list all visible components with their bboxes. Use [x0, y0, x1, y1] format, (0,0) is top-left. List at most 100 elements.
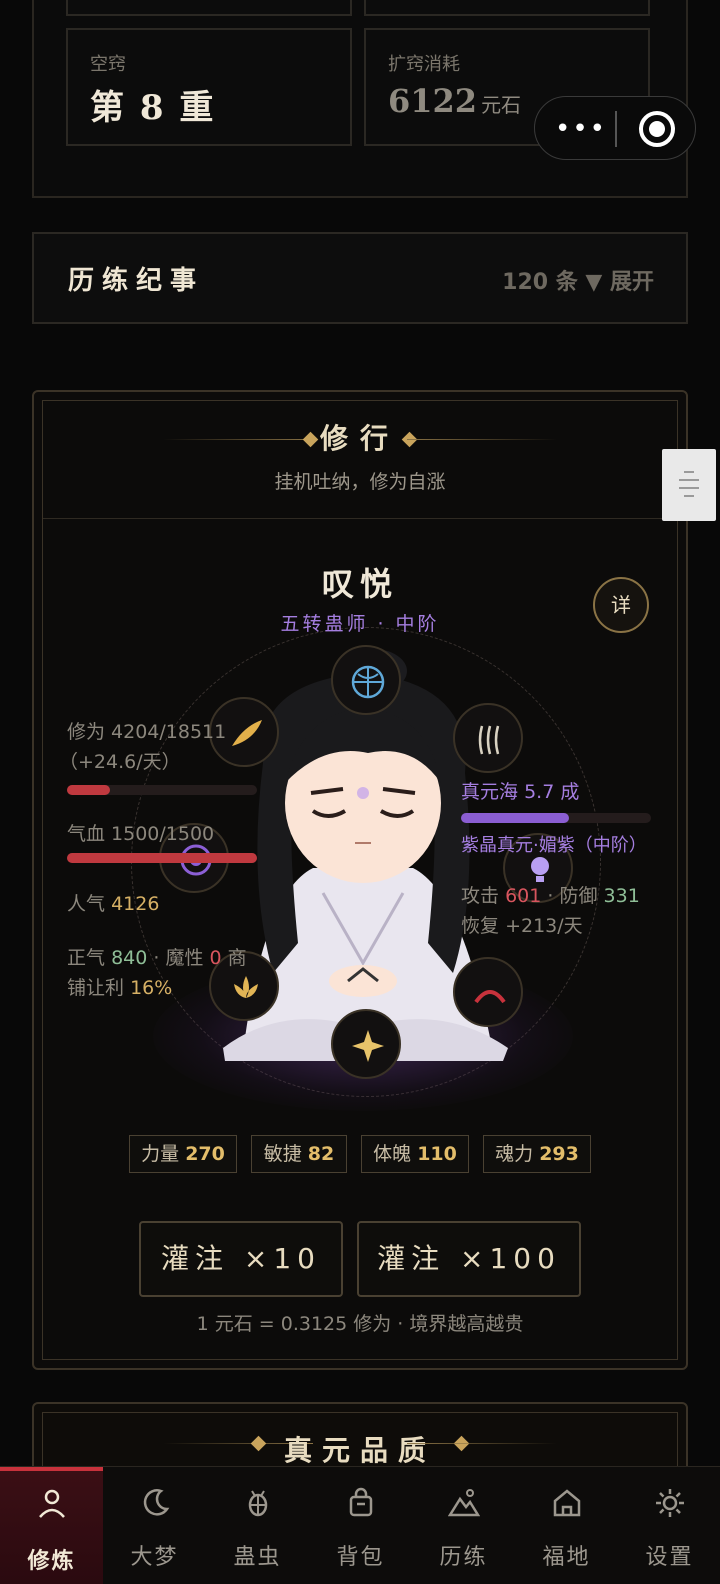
righteous-label: 正气 — [67, 947, 106, 969]
detail-button[interactable]: 详 — [593, 577, 649, 633]
header-line-right — [407, 1443, 557, 1444]
attack-label: 攻击 — [461, 885, 500, 907]
nav-item-trial[interactable]: 历练 — [412, 1467, 515, 1584]
globe-rune-icon — [351, 665, 385, 699]
hp-label: 气血 1500/1500 — [67, 823, 215, 845]
cultivation-header: 修行 挂机吐纳，修为自涨 — [43, 401, 677, 519]
attr-strength: 力量 270 — [129, 1135, 237, 1173]
expand-cost-label: 扩窍消耗 — [388, 54, 460, 75]
popularity-stat: 人气 4126 — [67, 889, 159, 916]
home-icon — [553, 1489, 581, 1517]
cultivation-title: 修行 — [319, 422, 400, 455]
attack-value: 601 — [505, 885, 542, 907]
popularity-label: 人气 — [67, 893, 106, 915]
mountain-icon — [448, 1489, 480, 1517]
essence-sea-stat: 真元海 5.7 成 — [461, 777, 579, 804]
essence-type: 紫晶真元·媚紫（中阶） — [461, 835, 647, 856]
cultivation-rate: （+24.6/天） — [59, 751, 181, 773]
essence-sea-value: 5.7 成 — [524, 781, 580, 803]
defense-label: 防御 — [559, 885, 598, 907]
nav-label: 福地 — [542, 1545, 591, 1570]
nav-label: 历练 — [439, 1545, 488, 1570]
expand-cost-unit: 元石 — [481, 93, 522, 117]
attr-value: 82 — [307, 1143, 335, 1165]
righteous-value: 840 — [111, 947, 148, 969]
chronicle-panel[interactable]: 历练纪事 120 条 ▼ 展开 — [32, 232, 688, 324]
realm-cell-partial-2: · — [364, 0, 650, 16]
close-target-icon[interactable] — [639, 111, 675, 147]
recover-value: +213/天 — [505, 915, 583, 937]
red-arc-icon — [474, 990, 506, 1004]
star-sparkle-icon — [352, 1030, 384, 1062]
combat-stat: 攻击 601 · 防御 331 — [461, 885, 640, 907]
attr-label: 体魄 — [373, 1143, 412, 1165]
nav-label: 大梦 — [130, 1545, 179, 1570]
nav-item-settings[interactable]: 设置 — [618, 1467, 720, 1584]
pour-x100-button[interactable]: 灌注 ×100 — [357, 1221, 581, 1297]
nav-item-gu[interactable]: 蛊虫 — [206, 1467, 309, 1584]
pour-x10-button[interactable]: 灌注 ×10 — [139, 1221, 343, 1297]
nav-item-cultivate[interactable]: 修炼 — [0, 1467, 103, 1584]
handle-line — [684, 495, 694, 497]
demonic-label: 魔性 — [165, 947, 204, 969]
person-icon — [39, 1489, 65, 1518]
recover-label: 恢复 — [461, 915, 500, 937]
cultivation-progress-bar — [67, 785, 257, 795]
gu-node-lower-right[interactable] — [453, 957, 523, 1027]
cultivation-panel-inner: 修行 挂机吐纳，修为自涨 叹悦 五转蛊师 · 中阶 详 修为 4204/1851… — [42, 400, 678, 1360]
capsule-divider — [615, 111, 617, 147]
nav-label: 蛊虫 — [233, 1545, 282, 1570]
hp-bar — [67, 853, 257, 863]
morality-stat: 正气 840 · 魔性 0 商 — [67, 947, 247, 969]
essence-sea-bar — [461, 813, 651, 823]
character-rank: 五转蛊师 · 中阶 — [280, 613, 440, 635]
attr-value: 270 — [185, 1143, 225, 1165]
gu-node-upper-right[interactable] — [453, 703, 523, 773]
handle-line — [679, 487, 699, 489]
nav-item-bag[interactable]: 背包 — [309, 1467, 412, 1584]
bottom-nav: 修炼 大梦 蛊虫 背包 历练 福地 设置 — [0, 1466, 720, 1584]
popularity-value: 4126 — [111, 893, 160, 915]
gu-node-bottom[interactable] — [331, 1009, 401, 1079]
realm-cell-partial-1 — [66, 0, 352, 16]
attr-value: 110 — [417, 1143, 457, 1165]
chronicle-expand-toggle[interactable]: 120 条 ▼ 展开 — [502, 264, 654, 296]
attr-label: 魂力 — [495, 1143, 534, 1165]
demonic-value: 0 — [209, 947, 222, 969]
attr-value: 293 — [539, 1143, 579, 1165]
defense-value: 331 — [603, 885, 640, 907]
header-line-right — [407, 439, 557, 440]
shop-label: 商 — [227, 947, 247, 969]
aperture-value: 第 8 重 — [90, 88, 216, 128]
handle-line — [679, 479, 699, 481]
moon-icon — [143, 1489, 170, 1516]
character-name: 叹悦 — [321, 565, 398, 603]
expand-cost-value: 6122 元石 — [388, 82, 521, 120]
discount-value: 16% — [130, 977, 173, 999]
miniprogram-capsule: ••• — [534, 96, 696, 160]
hp-bar-fill — [67, 853, 257, 863]
more-dots-icon[interactable]: ••• — [555, 115, 605, 143]
recover-stat: 恢复 +213/天 — [461, 911, 583, 938]
attr-agility: 敏捷 82 — [251, 1135, 347, 1173]
cultivation-progress-text: 修为 4204/18511 — [67, 721, 227, 743]
nav-label: 修炼 — [27, 1549, 76, 1574]
chronicle-title: 历练纪事 — [68, 266, 205, 296]
side-drawer-handle-icon[interactable] — [662, 449, 716, 521]
attr-label: 力量 — [141, 1143, 180, 1165]
expand-cost-number: 6122 — [388, 82, 478, 120]
discount-label: 铺让利 — [67, 977, 125, 999]
claw-marks-icon — [478, 725, 500, 755]
nav-item-dream[interactable]: 大梦 — [103, 1467, 206, 1584]
nav-label: 背包 — [336, 1545, 385, 1570]
nav-label: 设置 — [645, 1545, 694, 1570]
gear-icon — [656, 1489, 684, 1517]
exchange-rate-note: 1 元石 = 0.3125 修为 · 境界越高越贵 — [196, 1313, 524, 1335]
cultivation-subtitle: 挂机吐纳，修为自涨 — [274, 471, 446, 493]
nav-item-blessed-land[interactable]: 福地 — [515, 1467, 618, 1584]
attr-physique: 体魄 110 — [361, 1135, 469, 1173]
gu-node-top[interactable] — [331, 645, 401, 715]
cultivation-progress-fill — [67, 785, 111, 795]
aperture-cell: 空窍 第 8 重 — [66, 28, 352, 146]
essence-sea-fill — [461, 813, 570, 823]
